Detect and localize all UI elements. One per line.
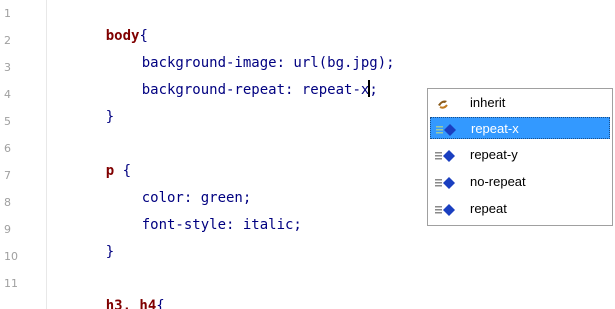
line-number: 9 [4, 223, 11, 236]
autocomplete-item-repeat-y[interactable]: repeat-y [430, 144, 610, 166]
autocomplete-item-label: repeat-y [470, 147, 518, 162]
close-brace: } [105, 244, 115, 260]
code-line-4[interactable]: } [72, 84, 114, 125]
code-editor[interactable]: 1 2 3 4 5 6 7 8 9 10 11 body{ background… [0, 0, 615, 309]
code-line-11[interactable]: h3, h4{ [72, 273, 165, 309]
autocomplete-item-label: repeat-x [471, 121, 519, 136]
line-number: 1 [4, 7, 11, 20]
gutter-divider [46, 0, 47, 309]
autocomplete-item-label: inherit [470, 95, 506, 110]
line-number: 2 [4, 34, 11, 47]
autocomplete-item-repeat-x[interactable]: repeat-x [430, 117, 610, 139]
css-property: background-repeat: [141, 82, 302, 98]
code-line-9[interactable]: } [72, 219, 114, 260]
value-icon [434, 175, 464, 189]
code-line-8[interactable]: font-style: italic; [108, 192, 302, 233]
autocomplete-popup[interactable]: inherit repeat-x repeat-y no-repeat repe… [427, 88, 613, 226]
close-brace: } [105, 109, 115, 125]
open-brace: { [156, 298, 165, 309]
line-number: 5 [4, 115, 11, 128]
code-line-6[interactable]: p { [72, 138, 131, 179]
autocomplete-item-repeat[interactable]: repeat [430, 198, 610, 220]
line-number: 8 [4, 196, 11, 209]
value-icon [435, 122, 465, 136]
css-value: repeat-x [301, 82, 370, 98]
line-number: 6 [4, 142, 11, 155]
line-number-gutter: 1 2 3 4 5 6 7 8 9 10 11 [0, 0, 46, 309]
code-line-2[interactable]: background-image: url(bg.jpg); [108, 30, 395, 71]
code-line-3[interactable]: background-repeat: repeat-x; [108, 57, 378, 98]
css-declaration: font-style: italic; [141, 217, 302, 233]
line-number: 10 [4, 250, 18, 263]
value-icon [434, 202, 464, 216]
line-number: 7 [4, 169, 11, 182]
css-selector: h3, h4 [105, 298, 157, 309]
line-number: 11 [4, 277, 18, 290]
autocomplete-item-inherit[interactable]: inherit [430, 92, 610, 114]
line-number: 3 [4, 61, 11, 74]
inherit-icon [434, 96, 464, 110]
line-number: 4 [4, 88, 11, 101]
value-icon [434, 148, 464, 162]
autocomplete-item-label: no-repeat [470, 174, 526, 189]
semicolon: ; [369, 82, 378, 98]
code-line-7[interactable]: color: green; [108, 165, 252, 206]
autocomplete-item-no-repeat[interactable]: no-repeat [430, 171, 610, 193]
autocomplete-item-label: repeat [470, 201, 507, 216]
code-line-1[interactable]: body{ [72, 3, 148, 44]
